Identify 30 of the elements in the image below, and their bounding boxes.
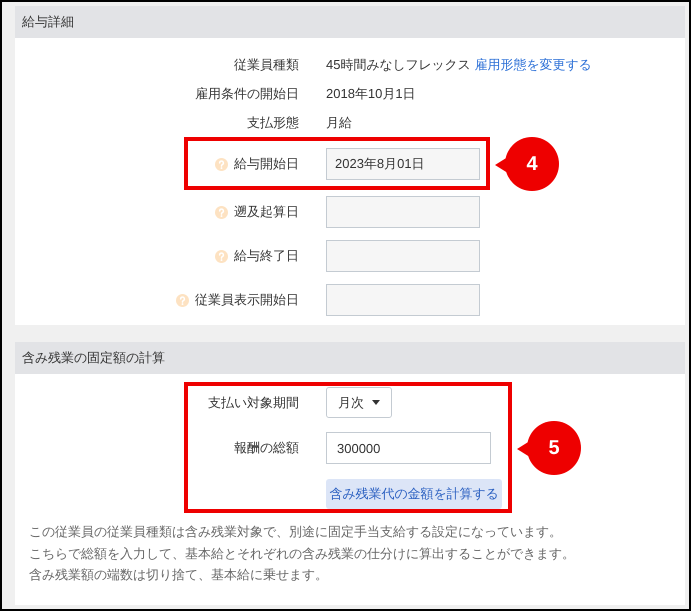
field-value: 月給	[326, 114, 352, 132]
section-header: 含み残業の固定額の計算	[15, 342, 685, 374]
amount-input[interactable]: 300000	[326, 432, 491, 464]
field-label: 支払形態	[247, 114, 299, 132]
help-icon[interactable]	[215, 206, 228, 218]
note-text: 含み残業額の端数は切り捨て、基本給に乗せます。	[29, 566, 328, 584]
caret-icon	[372, 400, 380, 405]
note-text: こちらで総額を入力して、基本給とそれぞれの含み残業の仕分けに算出することができます。	[29, 544, 575, 562]
date-input[interactable]	[326, 196, 480, 228]
field-label: 給与終了日	[234, 247, 299, 266]
date-input[interactable]: 2023年8月01日	[326, 148, 480, 180]
calculate-button[interactable]: 含み残業代の金額を計算する	[326, 479, 502, 509]
help-icon[interactable]	[215, 158, 228, 170]
date-input[interactable]	[326, 240, 480, 272]
help-icon[interactable]	[215, 250, 228, 262]
field-label: 従業員表示開始日	[195, 291, 299, 310]
section-header: 給与詳細	[15, 6, 685, 38]
field-value: 2018年10月1日	[326, 84, 416, 103]
period-select[interactable]: 月次	[326, 387, 392, 418]
field-label: 支払い対象期間	[208, 394, 299, 412]
field-label: 遡及起算日	[234, 203, 299, 222]
field-label: 従業員種類	[234, 56, 299, 74]
date-input[interactable]	[326, 284, 480, 316]
field-label: 雇用条件の開始日	[195, 84, 299, 103]
field-label: 給与開始日	[234, 155, 299, 174]
help-icon[interactable]	[176, 294, 189, 306]
change-link[interactable]: 雇用形態を変更する	[474, 54, 592, 74]
field-label: 報酬の総額	[234, 439, 299, 458]
note-text: この従業員の従業員種類は含み残業対象で、別途に固定手当支給する設定になっています。	[29, 523, 562, 541]
field-value: 45時間みなしフレックス	[326, 56, 470, 74]
